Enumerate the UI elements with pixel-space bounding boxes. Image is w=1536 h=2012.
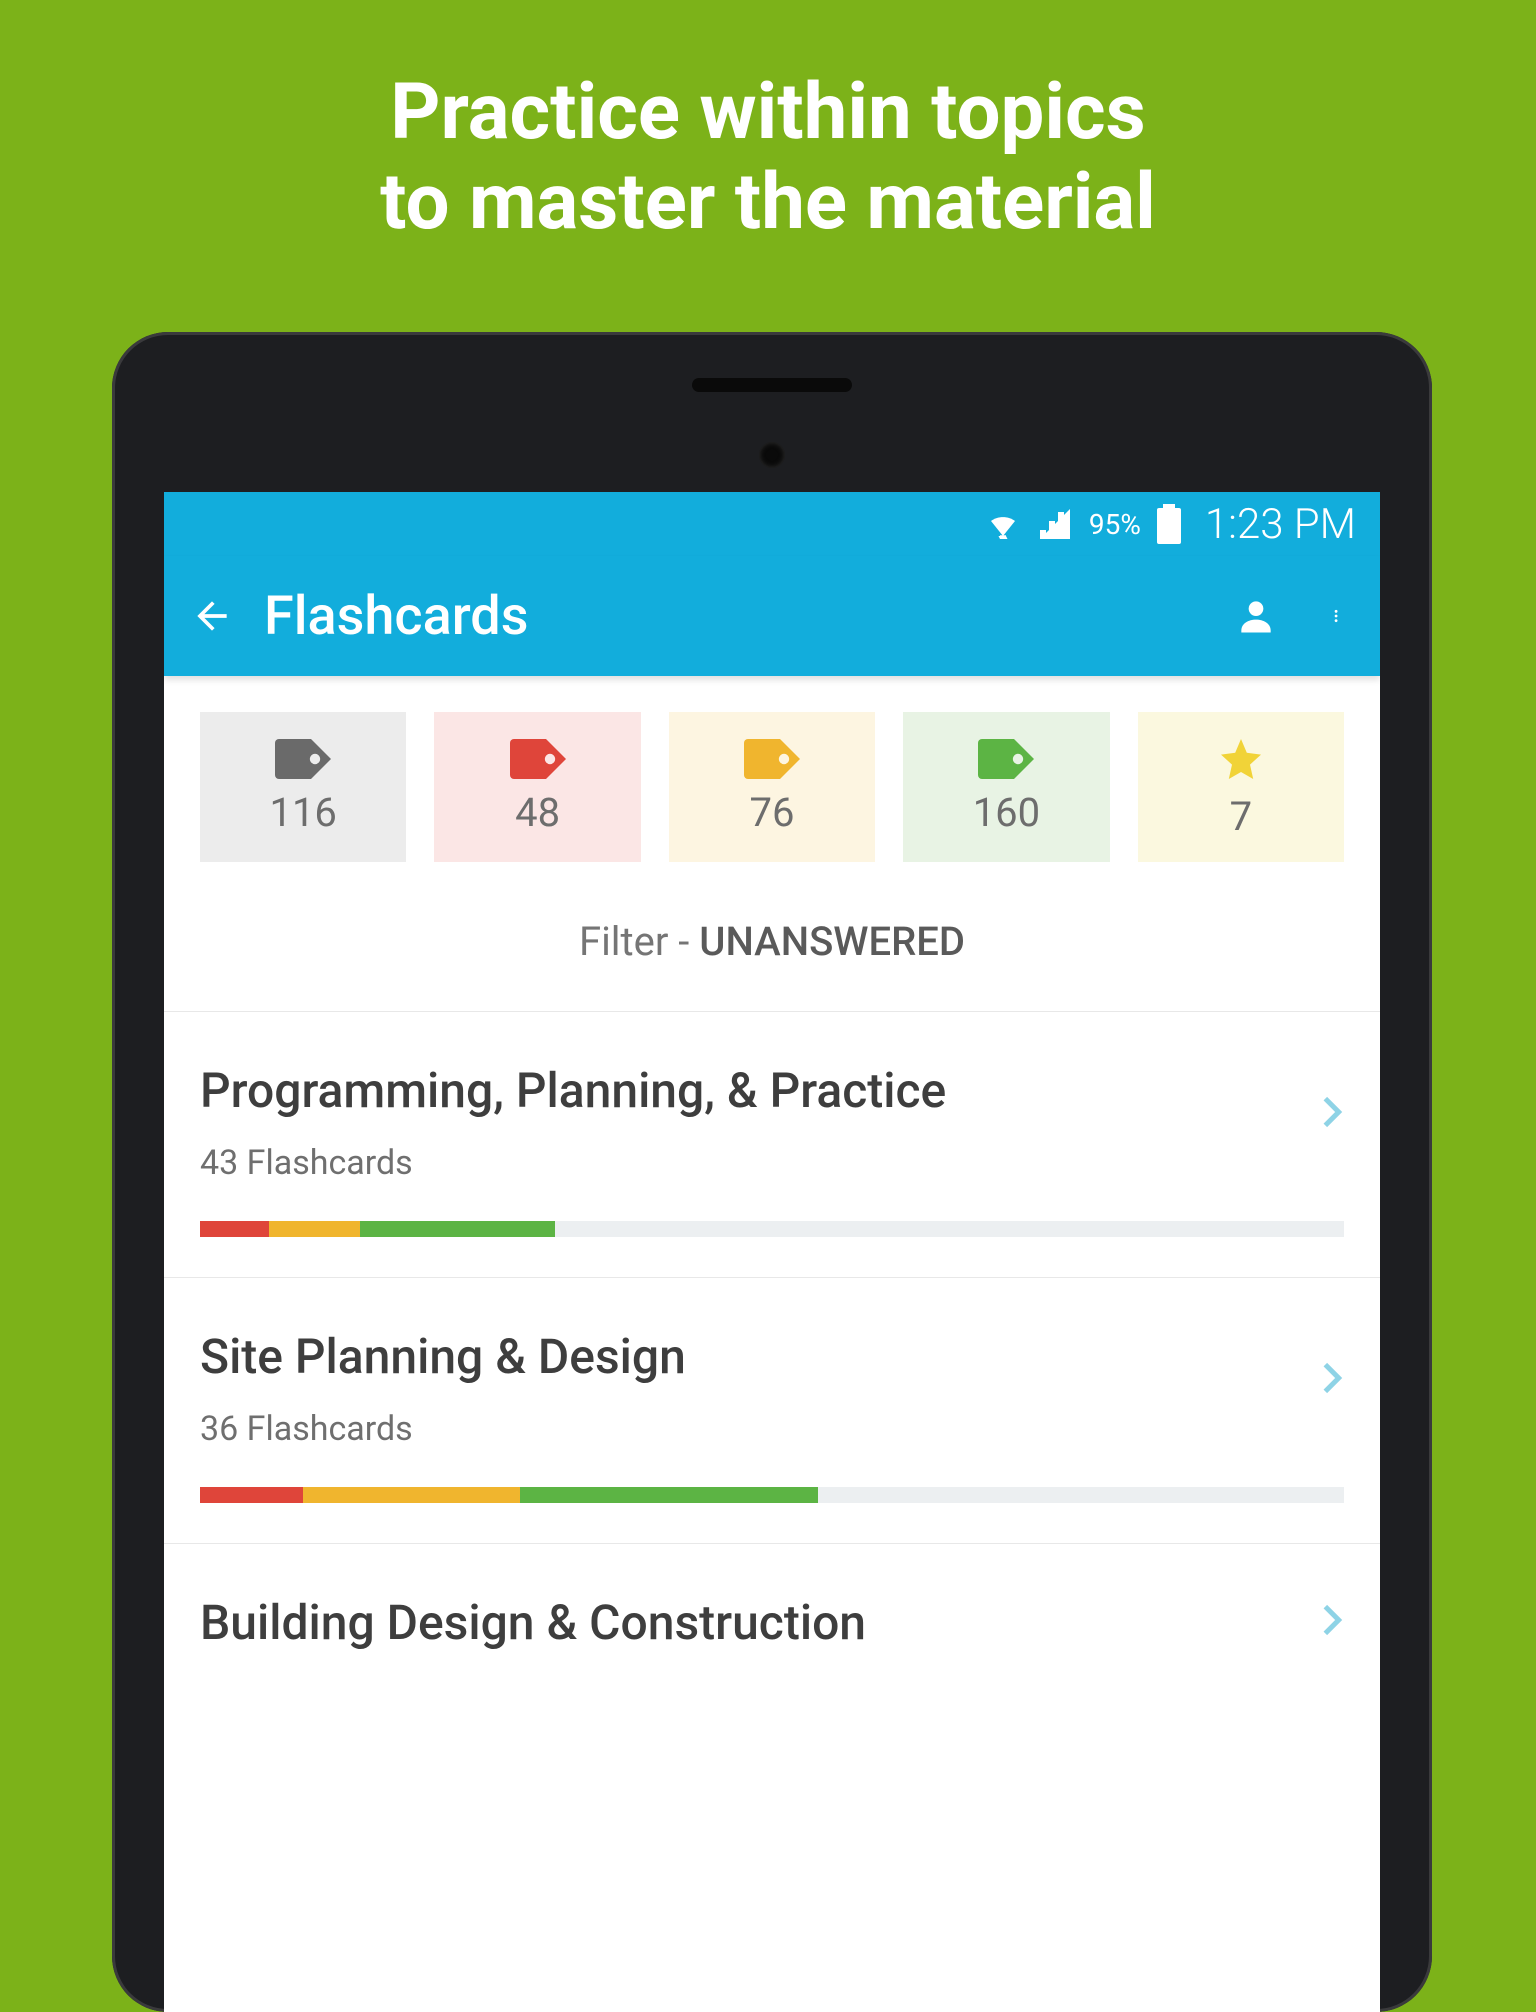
chevron-right-icon bbox=[1312, 1092, 1352, 1132]
filter-tile-green[interactable]: 160 bbox=[903, 712, 1109, 862]
filter-tiles: 116 48 76 160 7 bbox=[164, 676, 1380, 892]
app-screen: 95% 1:23 PM Flashcards 116 48 76 bbox=[164, 492, 1380, 2012]
tablet-notch bbox=[692, 378, 852, 392]
progress-green bbox=[360, 1221, 554, 1237]
wifi-icon bbox=[985, 506, 1021, 542]
chevron-right-icon bbox=[1312, 1358, 1352, 1398]
progress-yellow bbox=[303, 1487, 520, 1503]
tag-icon bbox=[978, 739, 1034, 779]
topic-title: Programming, Planning, & Practice bbox=[200, 1062, 1344, 1119]
progress-red bbox=[200, 1487, 303, 1503]
filter-tile-yellow[interactable]: 76 bbox=[669, 712, 875, 862]
topic-item[interactable]: Site Planning & Design 36 Flashcards bbox=[164, 1278, 1380, 1544]
progress-red bbox=[200, 1221, 269, 1237]
filter-tile-unanswered[interactable]: 116 bbox=[200, 712, 406, 862]
tag-icon bbox=[744, 739, 800, 779]
status-bar: 95% 1:23 PM bbox=[164, 492, 1380, 556]
battery-icon bbox=[1157, 504, 1181, 544]
topic-item[interactable]: Building Design & Construction bbox=[164, 1544, 1380, 1691]
promo-headline: Practice within topics to master the mat… bbox=[0, 0, 1536, 247]
progress-bar bbox=[200, 1221, 1344, 1237]
status-time: 1:23 PM bbox=[1205, 500, 1356, 549]
filter-tile-starred[interactable]: 7 bbox=[1138, 712, 1344, 862]
star-icon bbox=[1216, 735, 1266, 783]
progress-bar bbox=[200, 1487, 1344, 1503]
more-icon[interactable] bbox=[1332, 594, 1346, 638]
tag-icon bbox=[510, 739, 566, 779]
chevron-right-icon bbox=[1312, 1600, 1352, 1640]
filter-tile-red[interactable]: 48 bbox=[434, 712, 640, 862]
filter-count: 160 bbox=[973, 789, 1040, 836]
app-bar: Flashcards bbox=[164, 556, 1380, 676]
filter-count: 48 bbox=[515, 789, 560, 836]
tablet-frame: 95% 1:23 PM Flashcards 116 48 76 bbox=[112, 332, 1432, 2012]
tablet-camera bbox=[759, 442, 785, 468]
tag-icon bbox=[275, 739, 331, 779]
signal-icon bbox=[1037, 506, 1073, 542]
topic-subtitle: 36 Flashcards bbox=[200, 1409, 1344, 1449]
topic-title: Building Design & Construction bbox=[200, 1594, 1344, 1651]
progress-yellow bbox=[269, 1221, 361, 1237]
topic-subtitle: 43 Flashcards bbox=[200, 1143, 1344, 1183]
progress-green bbox=[520, 1487, 817, 1503]
filter-count: 76 bbox=[750, 789, 795, 836]
page-title: Flashcards bbox=[264, 585, 1204, 648]
filter-count: 7 bbox=[1230, 793, 1252, 840]
profile-icon[interactable] bbox=[1234, 594, 1278, 638]
topic-item[interactable]: Programming, Planning, & Practice 43 Fla… bbox=[164, 1012, 1380, 1278]
topic-title: Site Planning & Design bbox=[200, 1328, 1344, 1385]
filter-label: Filter - UNANSWERED bbox=[164, 892, 1380, 1011]
battery-percent: 95% bbox=[1089, 508, 1141, 541]
status-icons: 95% bbox=[985, 504, 1181, 544]
back-icon[interactable] bbox=[190, 594, 234, 638]
filter-count: 116 bbox=[269, 789, 336, 836]
